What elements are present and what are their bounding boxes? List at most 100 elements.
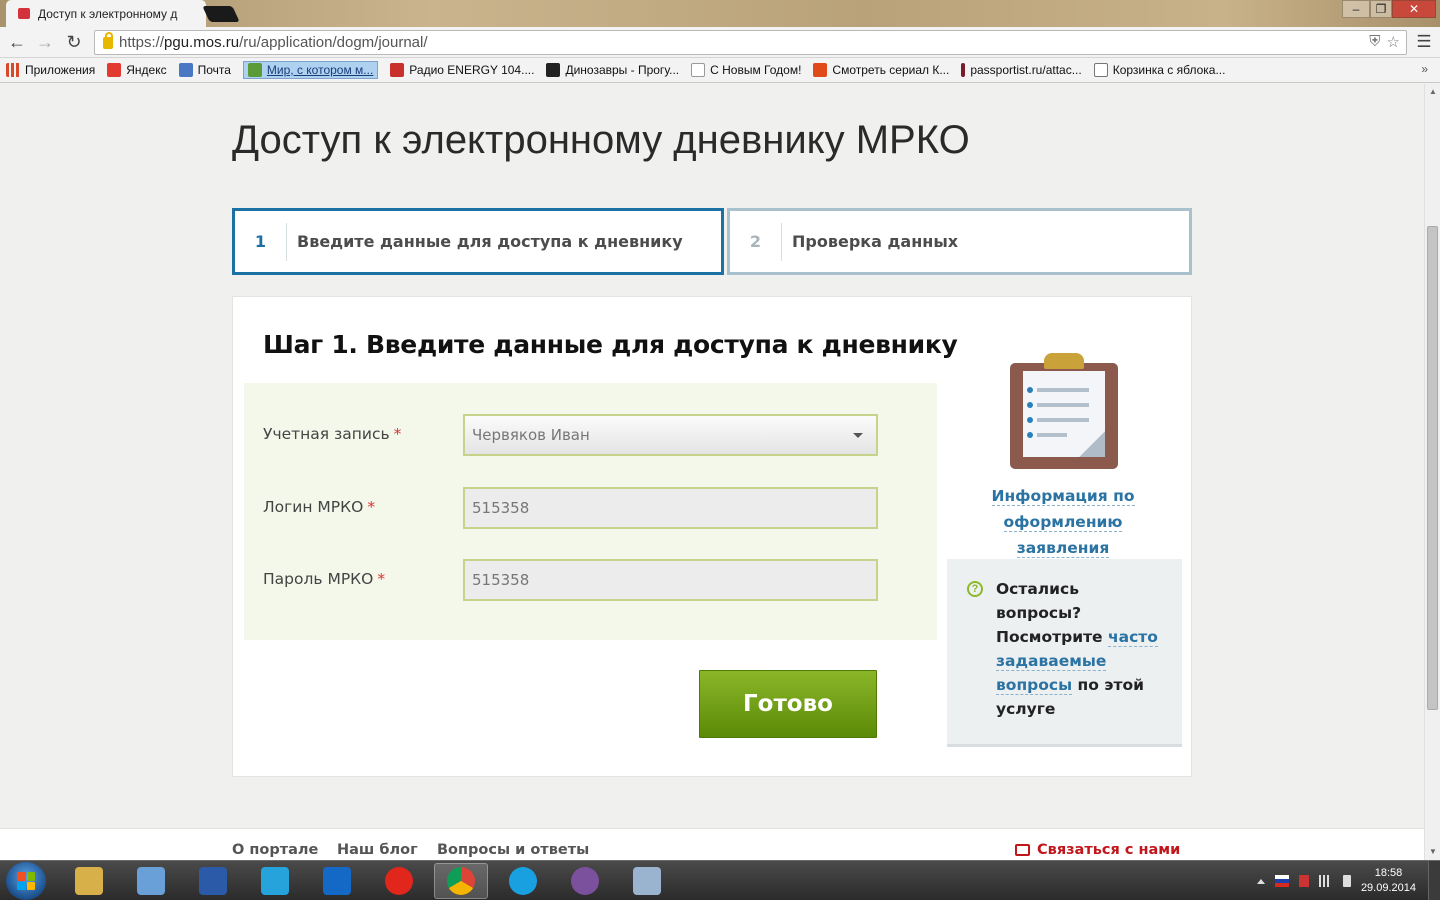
done-button[interactable]: Готово: [699, 670, 877, 738]
help-box: ? Остались вопросы? Посмотрите часто зад…: [947, 559, 1182, 747]
step-label: Введите данные для доступа к дневнику: [297, 232, 683, 251]
footer: О портале Наш блог Вопросы и ответы Связ…: [0, 828, 1424, 860]
viber-icon: [571, 867, 599, 895]
apps-grid-icon: [6, 63, 20, 77]
account-label: Учетная запись *: [263, 425, 402, 443]
scroll-thumb[interactable]: [1427, 226, 1438, 710]
footer-link-faq[interactable]: Вопросы и ответы: [437, 842, 589, 858]
taskbar-paint[interactable]: [620, 863, 674, 899]
browser-titlebar: Доступ к электронному д ‒ ❐ ✕: [0, 0, 1440, 27]
back-icon[interactable]: ←: [6, 31, 28, 53]
footer-link-blog[interactable]: Наш блог: [337, 842, 418, 858]
bookmark-mail[interactable]: Почта: [178, 63, 231, 77]
step-label: Проверка данных: [792, 232, 959, 251]
game-icon: [247, 63, 262, 77]
start-button[interactable]: [6, 862, 46, 900]
more-bookmarks-icon[interactable]: »: [1421, 62, 1428, 76]
shield-icon[interactable]: ⛨: [1369, 33, 1380, 51]
login-row: Логин МРКО * 515358: [263, 487, 893, 529]
mail-icon: [178, 63, 193, 77]
windows-taskbar: 18:58 29.09.2014: [0, 860, 1440, 900]
password-value: 515358: [472, 571, 530, 589]
minimize-button[interactable]: ‒: [1342, 0, 1370, 18]
access-form: Учетная запись * Червяков Иван Логин МРКО…: [244, 383, 937, 640]
flag-icon[interactable]: [1298, 875, 1309, 887]
required-mark: *: [377, 570, 386, 588]
ctc-icon: [813, 63, 828, 77]
login-label: Логин МРКО *: [263, 498, 376, 516]
url-scheme: https://: [119, 34, 165, 51]
bookmark-radio-energy[interactable]: Радио ENERGY 104....: [390, 63, 534, 77]
taskbar-skype[interactable]: [496, 863, 550, 899]
taskbar-explorer[interactable]: [62, 863, 116, 899]
yandex-browser-icon: [385, 867, 413, 895]
browser-tab[interactable]: Доступ к электронному д: [6, 0, 206, 27]
footer-link-about[interactable]: О портале: [232, 842, 318, 858]
taskbar-teamviewer[interactable]: [310, 863, 364, 899]
step-1[interactable]: 1 Введите данные для доступа к дневнику: [232, 208, 724, 275]
account-select[interactable]: Червяков Иван: [463, 414, 878, 456]
maximize-button[interactable]: ❐: [1370, 0, 1392, 18]
skype-icon: [509, 867, 537, 895]
teamviewer-icon: [323, 867, 351, 895]
bookmark-series[interactable]: Смотреть сериал К...: [813, 63, 949, 77]
tab-title: Доступ к электронному д: [38, 6, 178, 21]
bookmark-passportist[interactable]: passportist.ru/attac...: [961, 63, 1082, 77]
bookmark-star-icon[interactable]: ☆: [1387, 33, 1400, 51]
network-icon[interactable]: [1318, 875, 1333, 887]
windows-logo-icon: [17, 872, 35, 890]
bookmark-apps[interactable]: Приложения: [6, 63, 95, 77]
chevron-down-icon: [853, 433, 863, 438]
scroll-down-icon[interactable]: ▼: [1425, 844, 1440, 860]
close-window-button[interactable]: ✕: [1392, 0, 1436, 18]
login-value: 515358: [472, 499, 530, 517]
account-value: Червяков Иван: [472, 426, 590, 444]
address-bar[interactable]: https://pgu.mos.ru/ru/application/dogm/j…: [94, 30, 1407, 55]
volume-icon[interactable]: [1342, 875, 1351, 887]
show-desktop-button[interactable]: [1428, 861, 1440, 900]
taskbar-scanner[interactable]: [124, 863, 178, 899]
system-tray: 18:58 29.09.2014: [1256, 861, 1440, 900]
bookmark-dinosaurs[interactable]: Динозавры - Прогу...: [546, 63, 679, 77]
radio-icon: [390, 63, 405, 77]
language-flag-icon[interactable]: [1274, 875, 1289, 887]
chrome-icon: [447, 867, 475, 895]
taskbar-viber[interactable]: [558, 863, 612, 899]
scanner-icon: [137, 867, 165, 895]
taskbar-word[interactable]: [186, 863, 240, 899]
password-field[interactable]: 515358: [463, 559, 878, 601]
page-title: Доступ к электронному дневнику МРКО: [232, 118, 970, 162]
clock[interactable]: 18:58 29.09.2014: [1361, 866, 1416, 896]
bookmark-new-year[interactable]: С Новым Годом!: [691, 63, 801, 77]
passportist-icon: [961, 63, 966, 77]
url-host: pgu.mos.ru: [164, 34, 240, 51]
step-number: 1: [235, 222, 287, 261]
bookmarks-bar: Приложения Яндекс Почта Мир, с котором м…: [0, 58, 1440, 83]
reload-icon[interactable]: ↻: [63, 31, 85, 53]
contact-us-link[interactable]: Связаться с нами: [1015, 842, 1180, 858]
scroll-up-icon[interactable]: ▲: [1425, 84, 1440, 100]
application-info-link[interactable]: Информация по оформлению заявления: [963, 483, 1163, 561]
new-tab-button[interactable]: [202, 6, 240, 22]
card-title: Шаг 1. Введите данные для доступа к днев…: [263, 330, 958, 359]
login-field[interactable]: 515358: [463, 487, 878, 529]
step-2[interactable]: 2 Проверка данных: [727, 208, 1192, 275]
page-scrollbar[interactable]: ▲ ▼: [1424, 84, 1440, 860]
bookmark-yandex[interactable]: Яндекс: [107, 63, 167, 77]
taskbar-zoner[interactable]: [248, 863, 302, 899]
tab-favicon-icon: [18, 8, 30, 19]
bbc-icon: [546, 63, 561, 77]
form-card: Шаг 1. Введите данные для доступа к днев…: [232, 296, 1192, 777]
forward-icon[interactable]: →: [34, 31, 56, 53]
yandex-icon: [107, 63, 122, 77]
bookmark-world[interactable]: Мир, с котором м...: [242, 61, 379, 79]
stepper: 1 Введите данные для доступа к дневнику …: [232, 208, 1192, 275]
step-number: 2: [730, 222, 782, 261]
menu-icon[interactable]: ☰: [1416, 32, 1432, 52]
taskbar-chrome[interactable]: [434, 863, 488, 899]
bookmark-basket[interactable]: Корзинка с яблока...: [1093, 63, 1225, 77]
folder-icon: [75, 867, 103, 895]
page-viewport: Доступ к электронному дневнику МРКО 1 Вв…: [0, 84, 1424, 860]
taskbar-yandex-browser[interactable]: [372, 863, 426, 899]
show-hidden-icons-icon[interactable]: [1256, 878, 1265, 884]
